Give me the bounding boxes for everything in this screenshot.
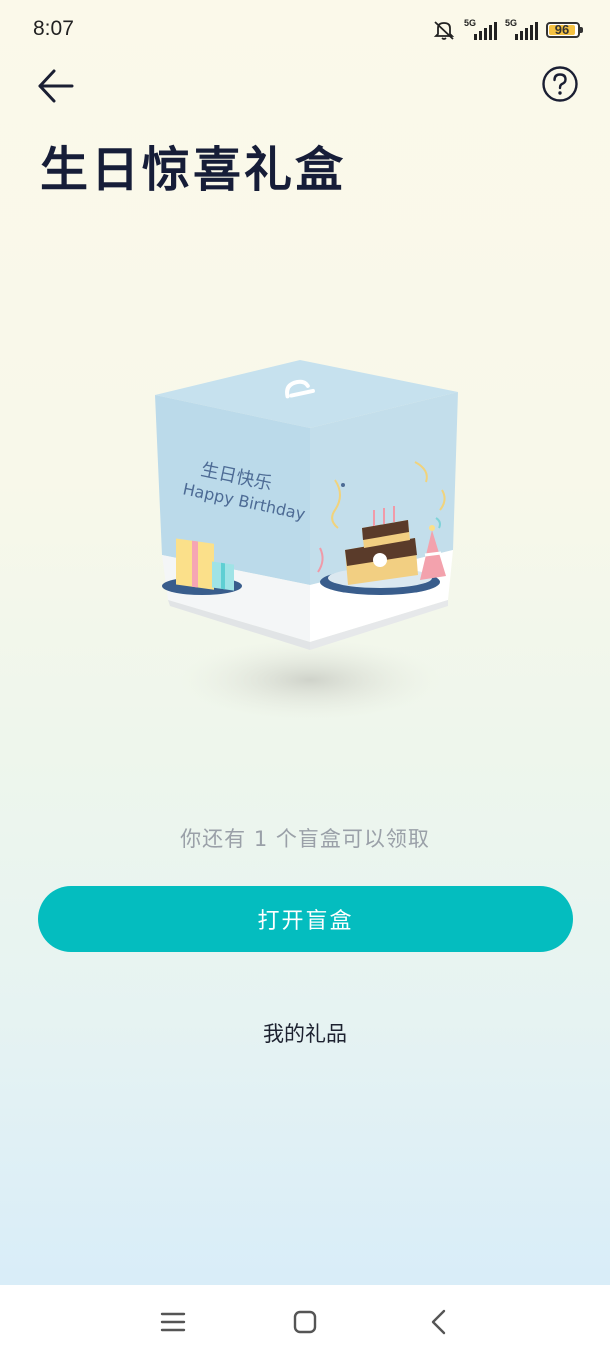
battery-icon: 96 [546,22,583,38]
signal-icon: 5G [505,18,538,40]
battery-level: 96 [554,22,570,37]
mute-icon [432,19,456,41]
question-circle-icon [542,66,578,102]
status-time: 8:07 [33,17,74,40]
status-bar: 8:07 5G 5G 96 [0,0,610,58]
back-icon [431,1309,446,1335]
remaining-boxes-text: 你还有 1 个盲盒可以领取 [180,827,430,851]
back-button[interactable] [36,66,76,106]
my-gifts-link[interactable]: 我的礼品 [263,1022,347,1046]
recent-apps-button[interactable] [158,1307,188,1337]
network-type-label: 5G [464,18,477,28]
system-nav-bar [0,1285,610,1356]
network-type-label: 5G [505,18,518,28]
nav-back-button[interactable] [424,1307,454,1337]
arrow-left-icon [38,69,74,103]
menu-icon [160,1312,186,1332]
signal-icon: 5G [464,18,497,40]
gift-box-illustration[interactable]: 生日快乐 Happy Birthday [130,350,490,740]
status-icons: 5G 5G 96 [432,18,583,41]
open-box-button[interactable]: 打开盲盒 [38,886,573,952]
help-button[interactable] [540,64,580,104]
my-gifts-link-row: 我的礼品 [0,1018,610,1048]
box-shadow [180,640,440,720]
page-title: 生日惊喜礼盒 [40,142,347,198]
home-icon [293,1310,317,1334]
home-button[interactable] [290,1307,320,1337]
